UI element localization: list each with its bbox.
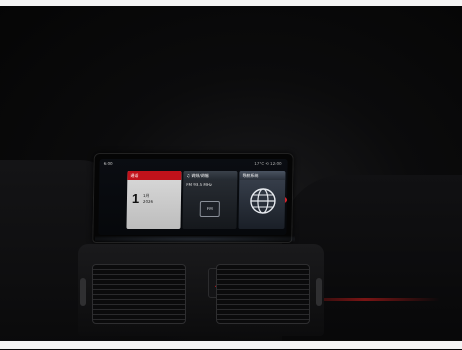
tile-navigation-header: 导航系统 <box>239 171 286 180</box>
date-year: 2026 <box>142 199 154 204</box>
screen-reflection <box>95 236 295 242</box>
tile-communication-header: 通话 <box>127 171 182 180</box>
radio-station-logo: FM <box>199 201 220 217</box>
vent-control-left[interactable] <box>80 278 86 306</box>
vent-control-right[interactable] <box>316 278 322 306</box>
image-border-bottom <box>0 341 462 349</box>
infotainment-display: 6:00 17°C ⟲ 12:00 通话 1 1月 2026 ♫ 调频/调幅 F… <box>92 153 294 243</box>
status-time: 6:00 <box>103 161 113 166</box>
status-info: 17°C ⟲ 12:00 <box>254 161 282 166</box>
center-console <box>78 244 324 336</box>
display-screen: 6:00 17°C ⟲ 12:00 通话 1 1月 2026 ♫ 调频/调幅 F… <box>98 159 288 235</box>
tile-radio-header: ♫ 调频/调幅 <box>183 171 238 180</box>
tile-communication[interactable]: 通话 1 1月 2026 <box>126 171 182 229</box>
image-border-top <box>0 0 462 6</box>
next-page-arrow-icon[interactable] <box>284 197 288 203</box>
tile-radio[interactable]: ♫ 调频/调幅 FM 93.5 MHz FM <box>182 171 238 229</box>
globe-icon <box>250 188 276 214</box>
status-bar: 6:00 17°C ⟲ 12:00 <box>100 159 288 169</box>
air-vent-left[interactable] <box>92 264 186 324</box>
date-day: 1 <box>131 191 140 206</box>
tile-navigation[interactable]: 导航系统 <box>238 171 286 229</box>
air-vent-right[interactable] <box>216 264 310 324</box>
radio-frequency: FM 93.5 MHz <box>186 182 213 187</box>
